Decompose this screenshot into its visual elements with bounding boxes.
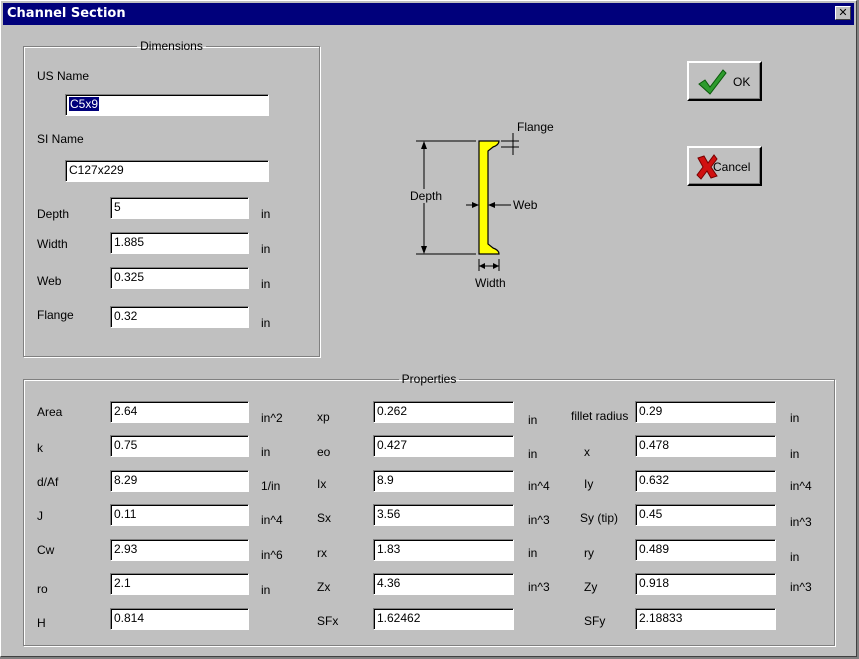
prop-label-sfy: SFy [584, 614, 606, 628]
depth-label: Depth [37, 207, 70, 221]
flange-diagram-label: Flange [517, 120, 554, 134]
width-label: Width [37, 237, 68, 251]
prop-label-d-af: d/Af [37, 475, 59, 489]
ok-button[interactable]: OK [687, 61, 762, 101]
prop-label-fillet-radius: fillet radius [571, 409, 629, 423]
depth-unit: in [261, 207, 271, 221]
prop-field-x[interactable]: 0.478 [635, 435, 776, 457]
prop-unit-eo: in [528, 447, 538, 461]
us-name-field[interactable]: C5x9 [65, 94, 269, 116]
prop-unit-area: in^2 [261, 411, 283, 425]
width-field[interactable]: 1.885 [110, 232, 249, 254]
prop-unit-d-af: 1/in [261, 479, 281, 493]
cancel-button[interactable]: Cancel [687, 146, 762, 186]
web-field[interactable]: 0.325 [110, 267, 249, 289]
prop-label-xp: xp [317, 410, 330, 424]
prop-unit-rx: in [528, 546, 538, 560]
prop-field-sy-tip[interactable]: 0.45 [635, 504, 776, 526]
prop-field-zy[interactable]: 0.918 [635, 573, 776, 595]
prop-label-h: H [37, 616, 46, 630]
prop-field-sfy[interactable]: 2.18833 [635, 608, 776, 630]
prop-label-k: k [37, 441, 43, 455]
properties-legend: Properties [401, 372, 457, 386]
ok-label: OK [733, 75, 751, 89]
si-name-label: SI Name [37, 132, 84, 146]
web-diagram-label: Web [513, 198, 538, 212]
prop-unit-j: in^4 [261, 513, 283, 527]
prop-field-ro[interactable]: 2.1 [110, 573, 249, 595]
width-unit: in [261, 242, 271, 256]
prop-field-d-af[interactable]: 8.29 [110, 470, 249, 492]
prop-field-xp[interactable]: 0.262 [373, 401, 514, 423]
prop-unit-k: in [261, 445, 271, 459]
prop-label-sfx: SFx [317, 614, 339, 628]
prop-field-j[interactable]: 0.11 [110, 504, 249, 526]
width-diagram-label: Width [475, 276, 506, 290]
prop-unit-xp: in [528, 413, 538, 427]
us-name-label: US Name [37, 69, 90, 83]
prop-unit-zx: in^3 [528, 580, 550, 594]
prop-label-sx: Sx [317, 511, 332, 525]
prop-unit-ry: in [790, 550, 800, 564]
prop-label-ix: Ix [317, 477, 327, 491]
channel-diagram: Depth Web Flange Width [408, 120, 554, 290]
prop-field-sx[interactable]: 3.56 [373, 504, 514, 526]
flange-label: Flange [37, 308, 74, 322]
prop-field-ry[interactable]: 0.489 [635, 539, 776, 561]
prop-label-ry: ry [584, 546, 594, 560]
prop-label-rx: rx [317, 546, 327, 560]
prop-label-zy: Zy [584, 580, 598, 594]
prop-unit-fillet-radius: in [790, 411, 800, 425]
prop-field-rx[interactable]: 1.83 [373, 539, 514, 561]
window-title: Channel Section [7, 6, 126, 21]
prop-unit-ix: in^4 [528, 479, 550, 493]
prop-label-ro: ro [37, 582, 48, 596]
prop-label-area: Area [37, 405, 63, 419]
prop-field-iy[interactable]: 0.632 [635, 470, 776, 492]
prop-field-cw[interactable]: 2.93 [110, 539, 249, 561]
prop-label-sy-tip: Sy (tip) [580, 511, 619, 525]
channel-shape [478, 140, 500, 255]
prop-field-ix[interactable]: 8.9 [373, 470, 514, 492]
prop-label-cw: Cw [37, 543, 55, 557]
close-button[interactable]: ✕ [835, 6, 851, 20]
us-name-value: C5x9 [69, 97, 100, 111]
channel-section-dialog: Channel Section ✕ Dimensions US Name C5x… [0, 0, 857, 657]
prop-field-fillet-radius[interactable]: 0.29 [635, 401, 776, 423]
prop-unit-sx: in^3 [528, 513, 550, 527]
prop-unit-x: in [790, 447, 800, 461]
prop-unit-iy: in^4 [790, 479, 812, 493]
prop-field-zx[interactable]: 4.36 [373, 573, 514, 595]
web-unit: in [261, 277, 271, 291]
prop-label-eo: eo [317, 445, 331, 459]
prop-unit-ro: in [261, 583, 271, 597]
si-name-field[interactable]: C127x229 [65, 160, 269, 182]
close-icon[interactable]: ✕ [838, 6, 847, 19]
prop-label-zx: Zx [317, 580, 331, 594]
depth-field[interactable]: 5 [110, 197, 249, 219]
prop-label-iy: Iy [584, 477, 594, 491]
dimensions-legend: Dimensions [140, 39, 203, 53]
prop-unit-zy: in^3 [790, 580, 812, 594]
prop-field-sfx[interactable]: 1.62462 [373, 608, 514, 630]
prop-label-x: x [584, 445, 590, 459]
cancel-label: Cancel [713, 160, 751, 174]
web-label: Web [37, 274, 62, 288]
checkmark-icon [698, 69, 727, 95]
prop-label-j: J [37, 509, 43, 523]
prop-field-h[interactable]: 0.814 [110, 608, 249, 630]
prop-field-area[interactable]: 2.64 [110, 401, 249, 423]
prop-field-k[interactable]: 0.75 [110, 435, 249, 457]
flange-unit: in [261, 316, 271, 330]
prop-field-eo[interactable]: 0.427 [373, 435, 514, 457]
flange-field[interactable]: 0.32 [110, 306, 249, 328]
prop-unit-cw: in^6 [261, 548, 283, 562]
prop-unit-sy-tip: in^3 [790, 515, 812, 529]
depth-diagram-label: Depth [410, 189, 442, 203]
title-bar[interactable]: Channel Section ✕ [3, 3, 854, 25]
